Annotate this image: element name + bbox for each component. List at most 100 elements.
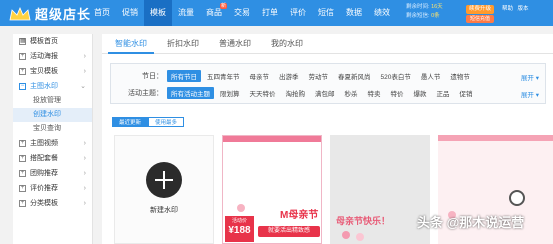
- expand-icon: +: [19, 155, 26, 162]
- filter-option[interactable]: 淘抢购: [282, 87, 310, 99]
- theme-label: 活动主题：: [128, 90, 163, 97]
- top-nav-bar: 超级店长 首页 促销 模板 流量 商品新 交易 打单 评价 短信 数据 绩效 剩…: [0, 0, 553, 26]
- watermark-slogan: 就要活出精致感: [258, 226, 320, 237]
- image-watermark: 头条 @那木说运营: [417, 215, 525, 230]
- festival-expand-button[interactable]: 展开 ▾: [521, 72, 539, 82]
- sms-left-value: 0条: [431, 13, 440, 19]
- chevron-right-icon: ›: [83, 68, 86, 75]
- sidebar-sub-item-query[interactable]: 宝贝查询: [13, 122, 92, 136]
- theme-filter-row: 活动主题： 所有活动主题 限划算 天天特价 淘抢购 满包邮 秒杀 特卖 特价 爆…: [111, 85, 479, 101]
- sidebar-sub-item-manage[interactable]: 投放管理: [13, 94, 92, 108]
- grid-icon: ▦: [19, 38, 26, 45]
- sidebar-item-goods-template[interactable]: + 宝贝模板 ›: [13, 64, 92, 79]
- watermark-template-card[interactable]: 母亲节快乐！: [330, 135, 430, 244]
- filter-option[interactable]: 母亲节: [246, 70, 274, 82]
- sidebar-item-category[interactable]: + 分类模板 ›: [13, 196, 92, 211]
- filter-option[interactable]: 所有活动主题: [167, 87, 214, 99]
- filter-option[interactable]: 特卖: [364, 87, 385, 99]
- filter-option[interactable]: 限划算: [216, 87, 244, 99]
- filter-option[interactable]: 出游季: [275, 70, 303, 82]
- filter-option[interactable]: 天天特价: [246, 87, 280, 99]
- chevron-right-icon: ›: [83, 140, 86, 147]
- filter-option[interactable]: 520表白节: [377, 70, 415, 82]
- sidebar-item-label: 主图水印: [30, 83, 58, 90]
- sidebar: ▦ 模板首页 + 活动海报 › + 宝贝模板 › − 主图水印 ⌄ 投放管理 创建水印 宝贝查…: [13, 34, 93, 244]
- sidebar-item-poster[interactable]: + 活动海报 ›: [13, 49, 92, 64]
- nav-data[interactable]: 数据: [340, 0, 368, 26]
- expand-icon: +: [19, 140, 26, 147]
- filter-option[interactable]: 所有节日: [167, 70, 201, 82]
- nav-home[interactable]: 首页: [88, 0, 116, 26]
- tab-smart-watermark[interactable]: 智能水印: [108, 34, 154, 54]
- sidebar-item-label: 搭配套餐: [30, 155, 58, 162]
- nav-review[interactable]: 评价: [284, 0, 312, 26]
- tab-my-watermark[interactable]: 我的水印: [264, 34, 310, 54]
- filter-option[interactable]: 满包邮: [311, 87, 339, 99]
- filter-panel: 节日： 所有节日 五四青年节 母亲节 出游季 劳动节 春夏新风尚 520表白节 …: [110, 63, 546, 104]
- flower-icon: [356, 233, 364, 241]
- nav-performance[interactable]: 绩效: [368, 0, 396, 26]
- account-info: 剩余时间: 16天 剩余短信: 0条: [406, 3, 443, 21]
- nav-template[interactable]: 模板: [144, 0, 172, 26]
- price-tag-value: ¥188: [228, 225, 251, 236]
- filter-option[interactable]: 春夏新风尚: [334, 70, 375, 82]
- filter-option[interactable]: 劳动节: [305, 70, 333, 82]
- sidebar-item-template-home[interactable]: ▦ 模板首页: [13, 34, 92, 49]
- chevron-right-icon: ›: [83, 155, 86, 162]
- help-link[interactable]: 帮助: [502, 4, 513, 12]
- nav-sms[interactable]: 短信: [312, 0, 340, 26]
- renew-button[interactable]: 续费升级: [466, 5, 494, 14]
- sidebar-item-label: 活动海报: [30, 53, 58, 60]
- mothers-day-title: M母亲节: [280, 210, 319, 221]
- price-tag-label: 活动价: [231, 218, 247, 224]
- sidebar-sub-item-create-watermark[interactable]: 创建水印: [13, 108, 92, 122]
- filter-option[interactable]: 秒杀: [341, 87, 362, 99]
- flower-icon: [237, 204, 245, 212]
- top-links: 帮助 版本: [502, 4, 532, 12]
- filter-option[interactable]: 五四青年节: [203, 70, 244, 82]
- nav-goods[interactable]: 商品新: [200, 0, 228, 26]
- nav-trade[interactable]: 交易: [228, 0, 256, 26]
- nav-promotion[interactable]: 促销: [116, 0, 144, 26]
- filter-option[interactable]: 爆款: [410, 87, 431, 99]
- watermark-template-card[interactable]: 活动价 ¥188 M母亲节 就要活出精致感: [222, 135, 322, 244]
- sort-recent-button[interactable]: 最近更新: [112, 117, 149, 127]
- expand-icon: +: [19, 185, 26, 192]
- filter-option[interactable]: 促销: [456, 87, 477, 99]
- filter-option[interactable]: 愚人节: [417, 70, 445, 82]
- festival-label: 节日：: [142, 73, 163, 80]
- app-title: 超级店长: [35, 7, 92, 22]
- pink-band: [438, 135, 553, 141]
- filter-option[interactable]: 特价: [387, 87, 408, 99]
- sidebar-item-groupbuy[interactable]: + 团购推荐 ›: [13, 166, 92, 181]
- sidebar-item-label: 主图视频: [30, 140, 58, 147]
- sidebar-item-label: 分类模板: [30, 200, 58, 207]
- crown-icon: [9, 6, 31, 20]
- tab-discount-watermark[interactable]: 折扣水印: [160, 34, 206, 54]
- scroll-top-icon[interactable]: [509, 190, 525, 206]
- sidebar-item-review[interactable]: + 评价推荐 ›: [13, 181, 92, 196]
- sidebar-item-video[interactable]: + 主图视频 ›: [13, 136, 92, 151]
- chevron-right-icon: ›: [83, 53, 86, 60]
- days-left-value: 16天: [431, 4, 443, 10]
- filter-option[interactable]: 正品: [433, 87, 454, 99]
- new-watermark-label: 新建水印: [150, 207, 178, 214]
- sidebar-item-label: 团购推荐: [30, 170, 58, 177]
- logo[interactable]: 超级店长: [8, 4, 91, 23]
- version-link[interactable]: 版本: [518, 4, 529, 12]
- sort-popular-button[interactable]: 使用最多: [148, 117, 185, 127]
- nav-traffic[interactable]: 流量: [172, 0, 200, 26]
- sms-recharge-button[interactable]: 短信充值: [466, 15, 494, 23]
- tab-normal-watermark[interactable]: 普通水印: [212, 34, 258, 54]
- watermark-tabs: 智能水印 折扣水印 普通水印 我的水印: [102, 34, 553, 54]
- flower-icon: [342, 231, 350, 239]
- sidebar-item-watermark[interactable]: − 主图水印 ⌄: [13, 79, 92, 94]
- new-watermark-card[interactable]: 新建水印: [114, 135, 214, 244]
- watermark-slogan: 母亲节快乐！: [336, 216, 391, 226]
- filter-option[interactable]: 遗物节: [446, 70, 474, 82]
- new-badge: 新: [219, 3, 227, 9]
- sidebar-item-combo[interactable]: + 搭配套餐 ›: [13, 151, 92, 166]
- nav-print[interactable]: 打单: [256, 0, 284, 26]
- theme-expand-button[interactable]: 展开 ▾: [521, 89, 539, 99]
- main-nav: 首页 促销 模板 流量 商品新 交易 打单 评价 短信 数据 绩效: [88, 0, 396, 26]
